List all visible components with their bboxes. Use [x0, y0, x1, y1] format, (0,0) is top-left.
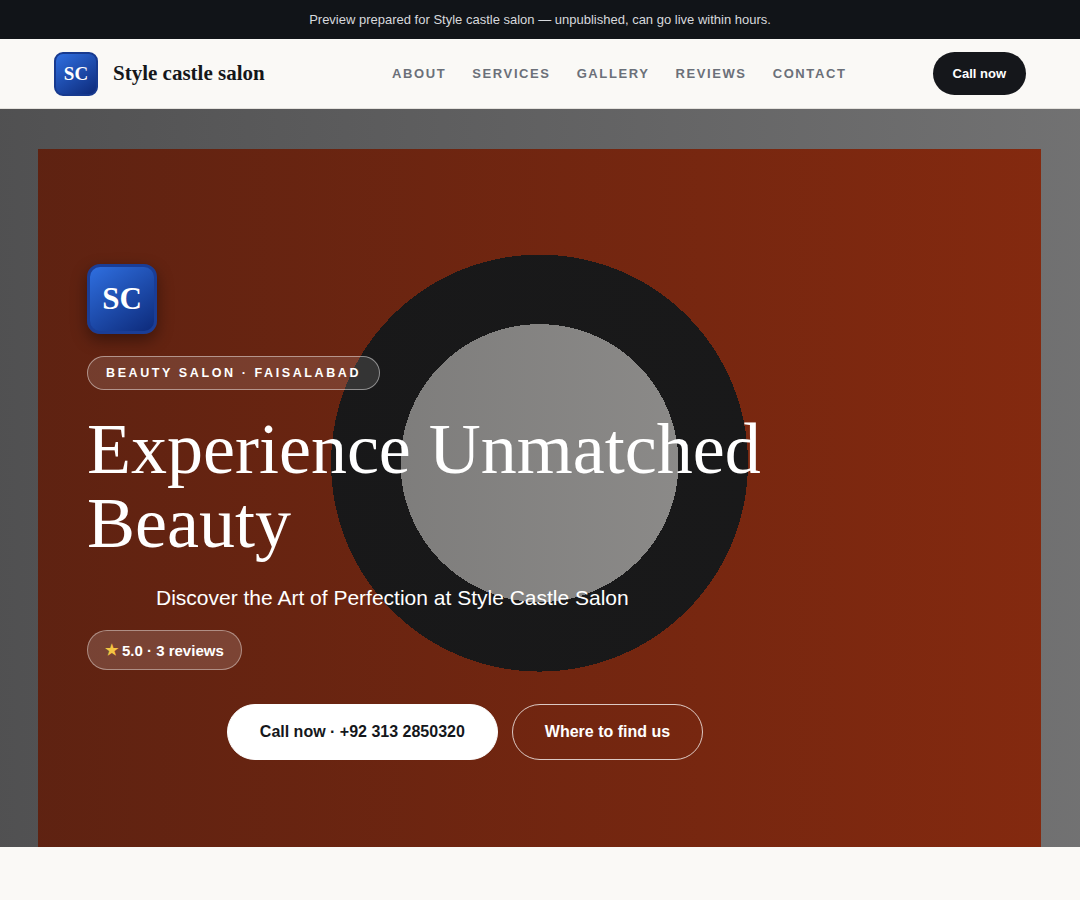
nav-link[interactable]: GALLERY — [577, 66, 650, 81]
nav-links: ABOUT SERVICES GALLERY REVIEWS CONTACT — [392, 66, 846, 81]
rating-text: 5.0 · 3 reviews — [122, 642, 224, 659]
preview-banner: Preview prepared for Style castle salon … — [0, 0, 1080, 39]
call-now-button[interactable]: Call now — [933, 52, 1026, 95]
brand-name: Style castle salon — [113, 61, 265, 86]
brand[interactable]: SC Style castle salon — [54, 52, 354, 96]
page: Preview prepared for Style castle salon … — [0, 0, 1080, 899]
hero: SC BEAUTY SALON · FAISALABAD Experience … — [0, 109, 1080, 847]
hero-content: SC BEAUTY SALON · FAISALABAD Experience … — [0, 109, 843, 847]
logo-icon: SC — [87, 264, 157, 334]
hero-button[interactable]: Where to find us — [512, 704, 703, 760]
category-badge: BEAUTY SALON · FAISALABAD — [87, 356, 380, 390]
page-body — [0, 847, 1080, 899]
nav-link[interactable]: ABOUT — [392, 66, 446, 81]
hero-buttons: Call now · +92 313 2850320Where to find … — [87, 704, 843, 760]
nav-link[interactable]: CONTACT — [773, 66, 847, 81]
star-icon: ★ — [105, 641, 118, 659]
hero-title: Experience Unmatched Beauty — [87, 412, 787, 560]
nav-link[interactable]: REVIEWS — [675, 66, 746, 81]
rating-pill: ★ 5.0 · 3 reviews — [87, 630, 242, 670]
hero-button[interactable]: Call now · +92 313 2850320 — [227, 704, 498, 760]
nav-link[interactable]: SERVICES — [472, 66, 550, 81]
hero-subtitle: Discover the Art of Perfection at Style … — [87, 586, 629, 610]
navbar: SC Style castle salon ABOUT SERVICES GALLE… — [0, 39, 1080, 109]
logo-icon: SC — [54, 52, 98, 96]
